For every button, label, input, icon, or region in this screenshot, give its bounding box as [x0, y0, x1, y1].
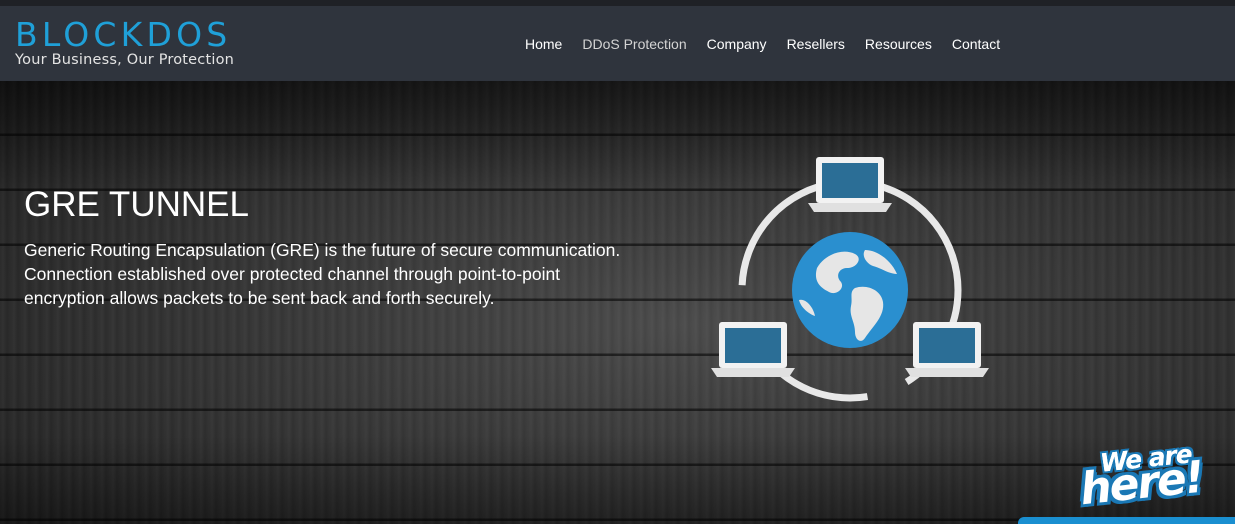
chat-widget-tab[interactable]: [1018, 517, 1235, 524]
nav-resources[interactable]: Resources: [865, 36, 932, 52]
nav-ddos-protection[interactable]: DDoS Protection: [582, 36, 686, 52]
laptop-top-icon: [808, 157, 892, 212]
nav-home[interactable]: Home: [525, 36, 562, 52]
laptop-right-icon: [905, 322, 989, 377]
main-nav: Home DDoS Protection Company Resellers R…: [515, 6, 1010, 81]
nav-company[interactable]: Company: [707, 36, 767, 52]
nav-contact[interactable]: Contact: [952, 36, 1000, 52]
hero-title: GRE TUNNEL: [24, 185, 249, 224]
logo-wordmark: BLOCKDOS: [15, 15, 232, 54]
nav-resellers[interactable]: Resellers: [787, 36, 845, 52]
logo-tagline: Your Business, Our Protection: [15, 52, 235, 68]
network-globe-laptops-icon: [711, 157, 989, 402]
site-logo[interactable]: BLOCKDOS Your Business, Our Protection: [15, 18, 255, 70]
globe-icon: [792, 232, 908, 348]
laptop-left-icon: [711, 322, 795, 377]
hero-description: Generic Routing Encapsulation (GRE) is t…: [24, 240, 621, 308]
